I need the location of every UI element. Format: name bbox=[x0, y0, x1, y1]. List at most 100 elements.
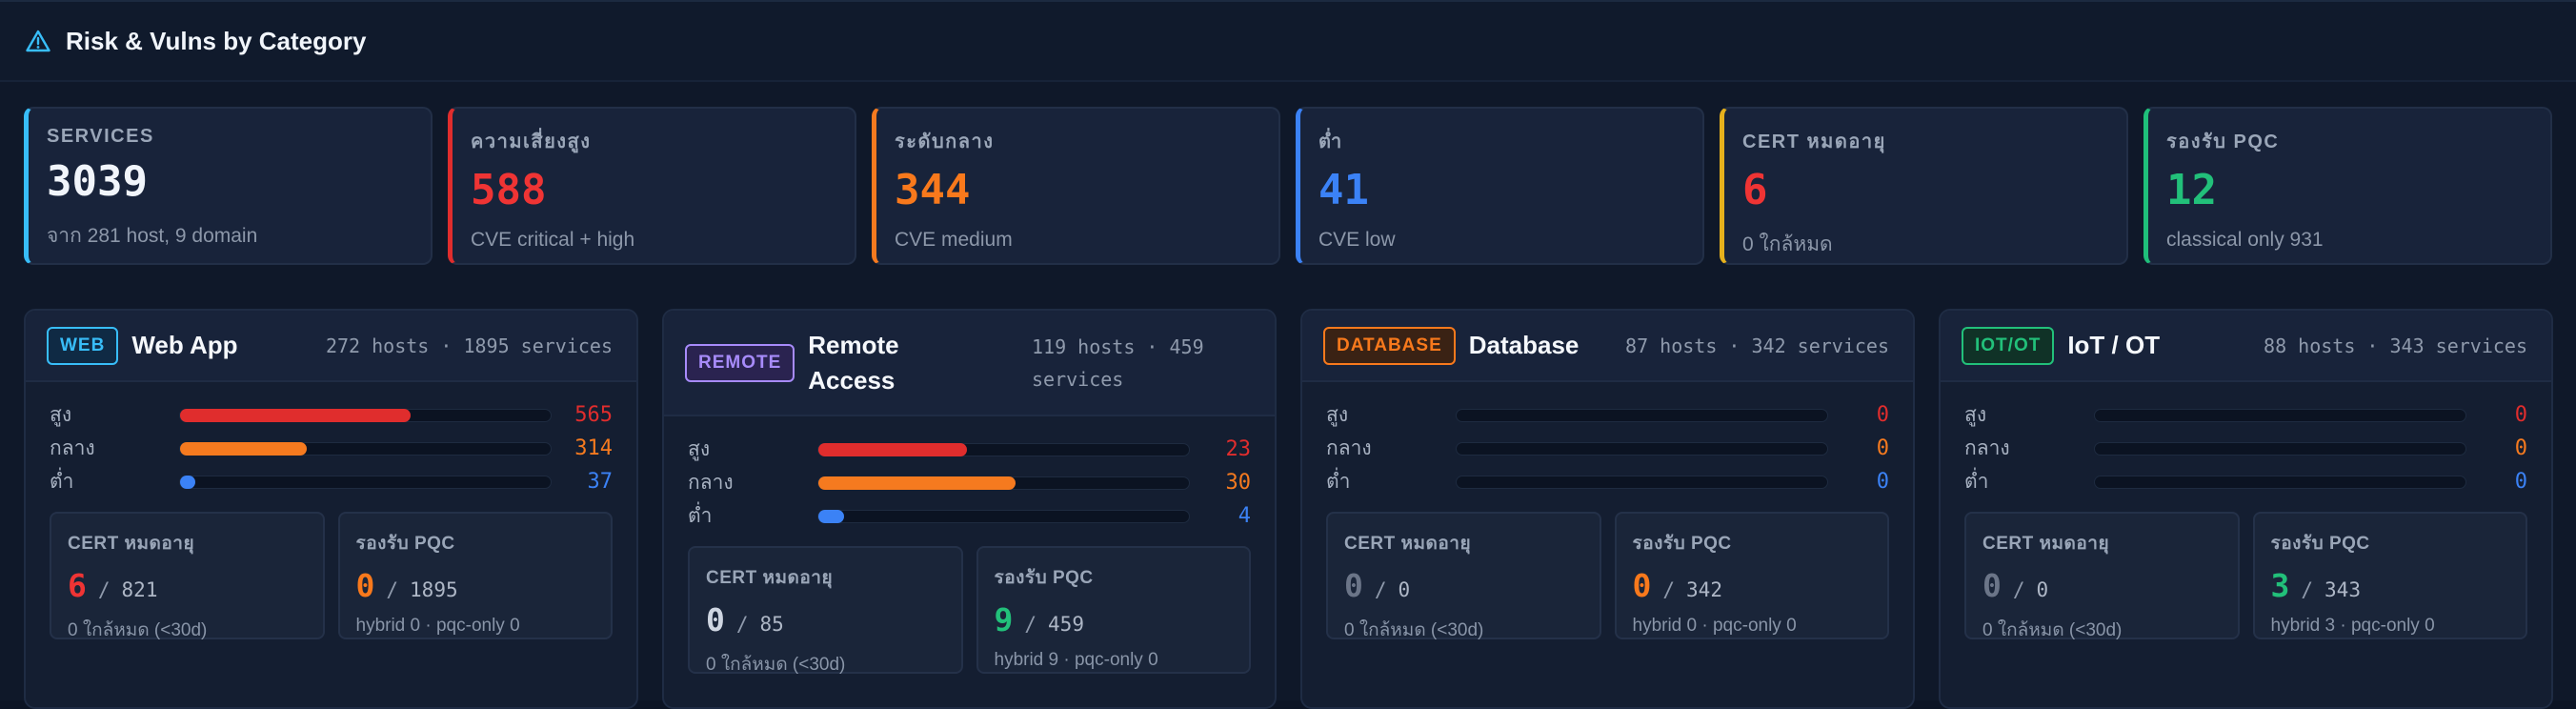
severity-row: กลาง 30 bbox=[688, 466, 1251, 499]
category-card[interactable]: REMOTE Remote Access 119 hosts · 459 servi… bbox=[662, 309, 1277, 709]
category-badge: IOT/OT bbox=[1962, 326, 2055, 365]
mini-slash: / bbox=[97, 578, 111, 601]
mini-slash: / bbox=[2012, 578, 2025, 601]
pqc-support-box: รองรับ PQC 0 / 342 hybrid 0 · pqc-only 0 bbox=[1614, 512, 1889, 639]
stat-subtext: 0 ใกล้หมด bbox=[1742, 233, 1833, 255]
severity-bar-track bbox=[2094, 408, 2466, 422]
card-host-count: 87 hosts · 342 services bbox=[1625, 334, 1889, 357]
category-card[interactable]: WEB Web App 272 hosts · 1895 services สูง 56… bbox=[24, 309, 638, 709]
mini-label: รองรับ PQC bbox=[355, 534, 455, 554]
severity-label: กลาง bbox=[1964, 437, 2010, 459]
card-mini-stats: CERT หมดอายุ 0 / 0 0 ใกล้หมด (<30d) รองรับ PQ… bbox=[1302, 498, 1913, 640]
stat-value: 12 bbox=[2166, 166, 2217, 214]
severity-bar-track bbox=[1456, 441, 1828, 456]
severity-row: ต่ำ 0 bbox=[1326, 465, 1889, 498]
stat-tile[interactable]: ระดับกลาง 344 CVE medium bbox=[872, 107, 1280, 265]
severity-bars: สูง 0 กลาง 0 ต่ำ 0 bbox=[1941, 382, 2551, 498]
mini-subtext: hybrid 9 · pqc-only 0 bbox=[994, 650, 1158, 670]
stat-tile[interactable]: ต่ำ 41 CVE low bbox=[1296, 107, 1704, 265]
stat-label: ระดับกลาง bbox=[895, 132, 995, 152]
stat-value: 588 bbox=[471, 166, 547, 214]
severity-count: 314 bbox=[574, 436, 613, 460]
mini-subtext: 0 ใกล้หมด (<30d) bbox=[68, 620, 208, 640]
risk-vulns-panel: Risk & Vulns by Category SERVICES 3039 จาก… bbox=[0, 0, 2576, 709]
severity-label: ต่ำ bbox=[1326, 471, 1351, 493]
summary-stats: SERVICES 3039 จาก 281 host, 9 domain ความเส… bbox=[24, 107, 2552, 265]
severity-label: สูง bbox=[50, 404, 72, 426]
mini-label: รองรับ PQC bbox=[2270, 534, 2370, 554]
stat-subtext: CVE medium bbox=[895, 229, 1013, 251]
stat-label: ต่ำ bbox=[1318, 132, 1343, 152]
category-card[interactable]: DATABASE Database 87 hosts · 342 services ส… bbox=[1300, 309, 1915, 709]
card-title: Database bbox=[1468, 331, 1580, 359]
stat-subtext: CVE critical + high bbox=[471, 229, 635, 251]
mini-subtext: hybrid 0 · pqc-only 0 bbox=[355, 616, 520, 636]
severity-label: ต่ำ bbox=[1964, 471, 1989, 493]
mini-count: 6 bbox=[68, 567, 87, 604]
stat-tile[interactable]: CERT หมดอายุ 6 0 ใกล้หมด bbox=[1720, 107, 2128, 265]
severity-label: กลาง bbox=[1326, 437, 1372, 459]
mini-slash: / bbox=[2301, 578, 2314, 601]
severity-bar-track bbox=[179, 475, 552, 489]
severity-label: กลาง bbox=[688, 472, 734, 494]
stat-tile[interactable]: รองรับ PQC 12 classical only 931 bbox=[2143, 107, 2552, 265]
severity-bar-track bbox=[817, 442, 1190, 456]
category-card[interactable]: IOT/OT IoT / OT 88 hosts · 343 services สูง… bbox=[1939, 309, 2553, 709]
mini-label: CERT หมดอายุ bbox=[706, 568, 834, 588]
pqc-support-box: รองรับ PQC 0 / 1895 hybrid 0 · pqc-only 0 bbox=[337, 512, 613, 639]
stat-label: CERT หมดอายุ bbox=[1742, 132, 1886, 152]
severity-row: ต่ำ 0 bbox=[1964, 465, 2527, 498]
severity-count: 30 bbox=[1225, 471, 1252, 495]
card-mini-stats: CERT หมดอายุ 6 / 821 0 ใกล้หมด (<30d) รองรับ … bbox=[26, 498, 636, 640]
severity-bar-track bbox=[179, 441, 552, 456]
stat-tile[interactable]: SERVICES 3039 จาก 281 host, 9 domain bbox=[24, 107, 433, 265]
severity-row: กลาง 0 bbox=[1326, 432, 1889, 465]
mini-label: CERT หมดอายุ bbox=[68, 534, 195, 554]
mini-label: รองรับ PQC bbox=[1632, 534, 1732, 554]
severity-bar-track bbox=[817, 509, 1190, 523]
stat-subtext: CVE low bbox=[1318, 229, 1396, 251]
mini-label: รองรับ PQC bbox=[994, 568, 1094, 588]
card-header: WEB Web App 272 hosts · 1895 services bbox=[26, 311, 636, 382]
severity-count: 0 bbox=[1876, 403, 1889, 427]
severity-count: 565 bbox=[574, 403, 613, 427]
severity-count: 37 bbox=[587, 470, 614, 494]
severity-label: สูง bbox=[1964, 404, 1987, 426]
severity-bar-track bbox=[2094, 475, 2466, 489]
severity-bar-track bbox=[179, 408, 552, 422]
severity-bar-fill bbox=[818, 442, 968, 456]
cert-expiry-box: CERT หมดอายุ 0 / 85 0 ใกล้หมด (<30d) bbox=[688, 546, 963, 675]
severity-row: ต่ำ 4 bbox=[688, 499, 1251, 533]
severity-row: ต่ำ 37 bbox=[50, 465, 613, 498]
severity-label: กลาง bbox=[50, 437, 95, 459]
card-title: Web App bbox=[131, 331, 238, 359]
severity-bar-fill bbox=[180, 441, 307, 456]
pqc-support-box: รองรับ PQC 3 / 343 hybrid 3 · pqc-only 0 bbox=[2252, 512, 2527, 639]
severity-row: กลาง 0 bbox=[1964, 432, 2527, 465]
mini-label: CERT หมดอายุ bbox=[1982, 534, 2110, 554]
mini-count: 0 bbox=[1344, 567, 1363, 604]
severity-bar-fill bbox=[818, 476, 1016, 490]
mini-slash: / bbox=[1662, 578, 1676, 601]
panel-title: Risk & Vulns by Category bbox=[66, 26, 367, 55]
stat-tile[interactable]: ความเสี่ยงสูง 588 CVE critical + high bbox=[448, 107, 856, 265]
stat-value: 6 bbox=[1742, 166, 1768, 214]
mini-subtext: 0 ใกล้หมด (<30d) bbox=[706, 655, 846, 675]
severity-row: สูง 565 bbox=[50, 398, 613, 432]
mini-label: CERT หมดอายุ bbox=[1344, 534, 1472, 554]
category-badge: REMOTE bbox=[685, 343, 795, 382]
category-badge: DATABASE bbox=[1323, 326, 1456, 365]
mini-total: 821 bbox=[121, 578, 158, 601]
severity-bar-track bbox=[1456, 408, 1828, 422]
stat-subtext: classical only 931 bbox=[2166, 229, 2324, 251]
stat-subtext: จาก 281 host, 9 domain bbox=[47, 225, 258, 247]
card-header: REMOTE Remote Access 119 hosts · 459 servi… bbox=[664, 311, 1275, 416]
cert-expiry-box: CERT หมดอายุ 0 / 0 0 ใกล้หมด (<30d) bbox=[1964, 512, 2240, 640]
card-host-count: 272 hosts · 1895 services bbox=[325, 334, 613, 357]
mini-total: 459 bbox=[1048, 613, 1084, 636]
mini-total: 85 bbox=[759, 613, 784, 636]
severity-label: ต่ำ bbox=[50, 471, 74, 493]
mini-total: 343 bbox=[2324, 578, 2361, 601]
card-host-count: 119 hosts · 459 services bbox=[1032, 334, 1204, 391]
stat-value: 344 bbox=[895, 166, 971, 214]
